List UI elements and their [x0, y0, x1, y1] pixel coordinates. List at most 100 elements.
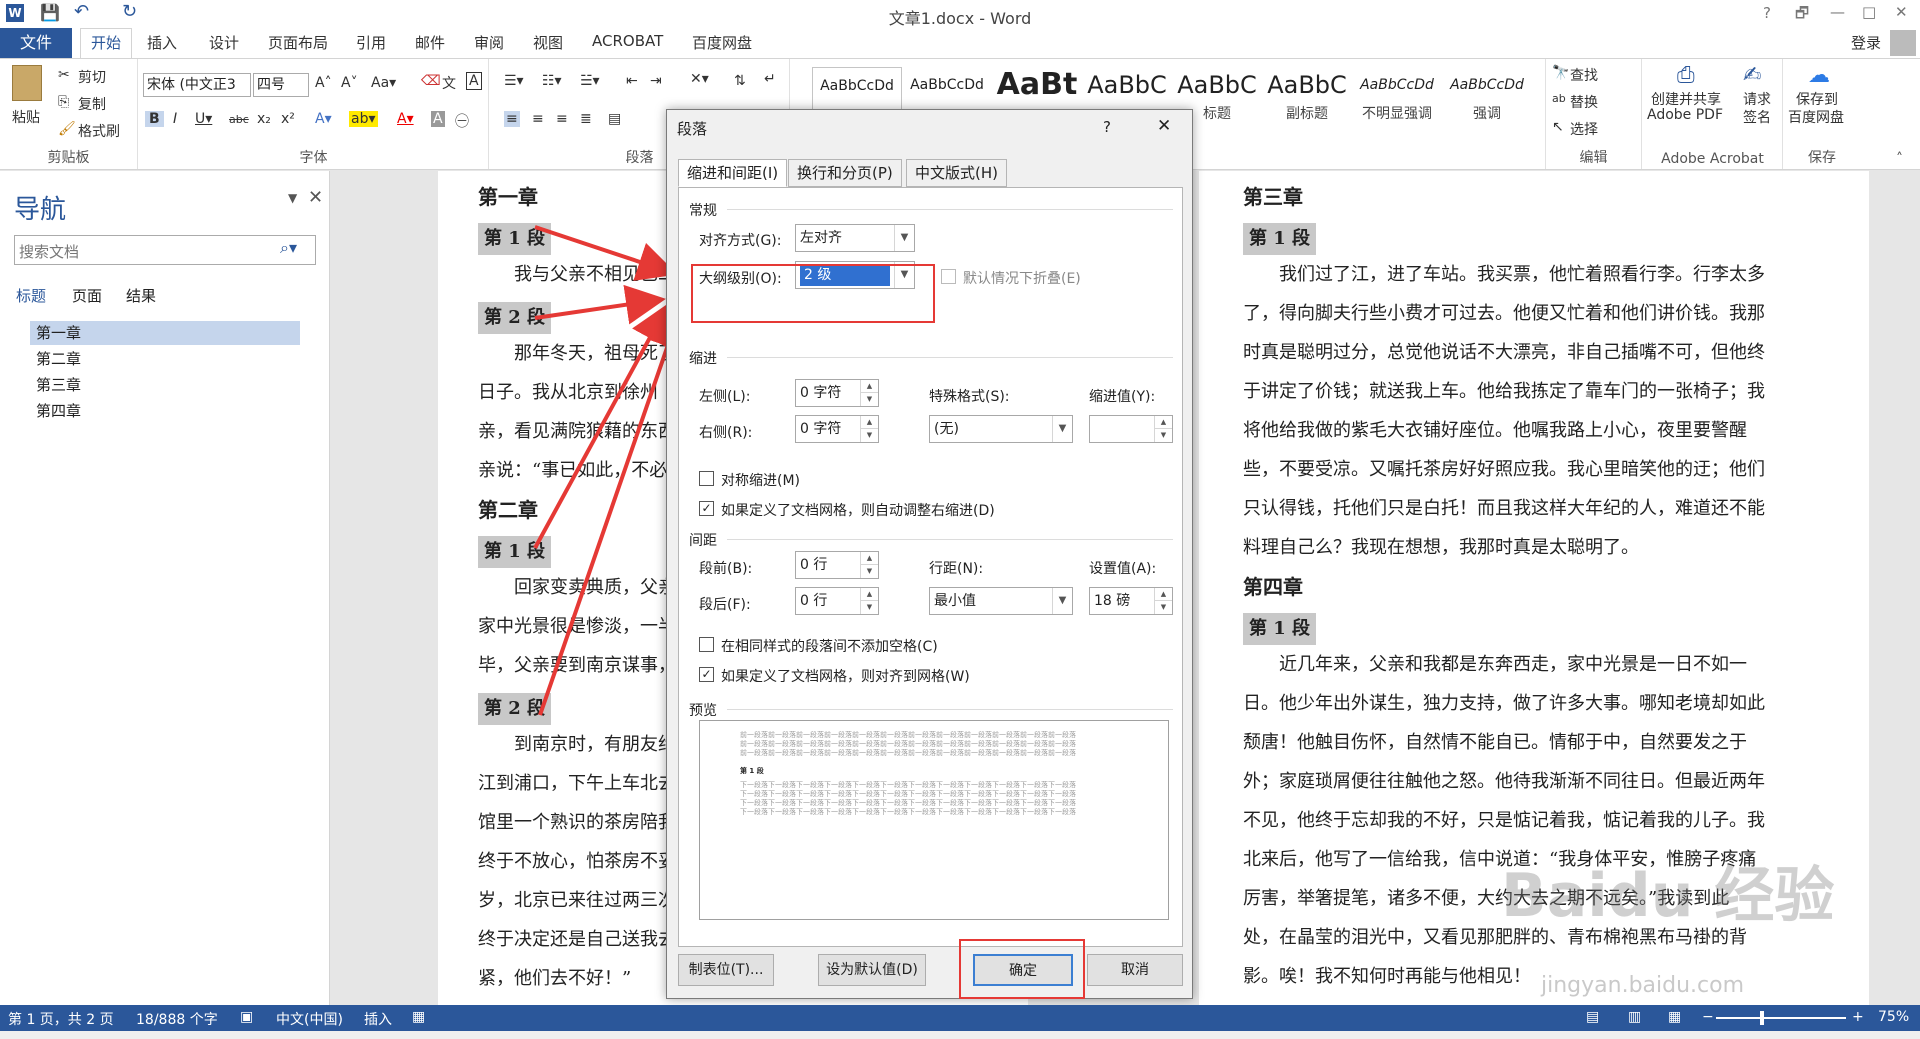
- indent-section-title: 缩进: [689, 351, 717, 367]
- line-spacing-select[interactable]: 最小值 ▼: [929, 587, 1073, 615]
- left-indent-spinner[interactable]: 0 字符 ▲ ▼: [795, 379, 879, 407]
- print-layout-icon[interactable]: ▥: [1628, 1009, 1641, 1025]
- right-indent-spinner[interactable]: 0 字符 ▲ ▼: [795, 415, 879, 443]
- preview-prev-line: 前一段落前一段落前一段落前一段落前一段落前一段落前一段落前一段落前一段落前一段落…: [740, 740, 1076, 748]
- spin-up-icon[interactable]: ▲: [860, 588, 878, 601]
- mirror-indent-checkbox[interactable]: [699, 471, 714, 486]
- spin-down-icon[interactable]: ▼: [860, 601, 878, 614]
- preview-prev-line: 前一段落前一段落前一段落前一段落前一段落前一段落前一段落前一段落前一段落前一段落…: [740, 731, 1076, 739]
- snap-grid-label: 如果定义了文档网格，则对齐到网格(W): [721, 669, 970, 685]
- arrow-2: [534, 284, 666, 325]
- dialog-close-button[interactable]: ✕: [1157, 116, 1171, 136]
- zoom-slider-thumb[interactable]: [1760, 1011, 1764, 1025]
- zoom-out-icon[interactable]: −: [1702, 1009, 1714, 1025]
- no-space-label: 在相同样式的段落间不添加空格(C): [721, 639, 938, 655]
- arrow-4: [538, 308, 687, 716]
- alignment-label: 对齐方式(G):: [699, 233, 782, 249]
- space-before-spinner[interactable]: 0 行 ▲ ▼: [795, 551, 879, 579]
- right-indent-label: 右侧(R):: [699, 425, 753, 441]
- spin-down-icon[interactable]: ▼: [860, 393, 878, 406]
- general-section-title: 常规: [689, 203, 717, 219]
- preview-next-line: 下一段落下一段落下一段落下一段落下一段落下一段落下一段落下一段落下一段落下一段落…: [740, 799, 1076, 807]
- preview-next-line: 下一段落下一段落下一段落下一段落下一段落下一段落下一段落下一段落下一段落下一段落…: [740, 790, 1076, 798]
- divider: [727, 357, 1173, 358]
- read-mode-icon[interactable]: ▤: [1586, 1009, 1599, 1025]
- space-after-spinner[interactable]: 0 行 ▲ ▼: [795, 587, 879, 615]
- left-indent-label: 左侧(L):: [699, 389, 751, 405]
- tabs-button[interactable]: 制表位(T)...: [678, 954, 774, 986]
- spin-down-icon[interactable]: ▼: [1154, 429, 1172, 442]
- indent-by-label: 缩进值(Y):: [1089, 389, 1156, 405]
- before-label: 段前(B):: [699, 561, 753, 577]
- word-count[interactable]: 18/888 个字: [136, 1009, 218, 1029]
- outline-level-highlight: [691, 264, 935, 323]
- preview-section-title: 预览: [689, 703, 717, 719]
- web-layout-icon[interactable]: ▦: [1668, 1009, 1681, 1025]
- preview-current-line: 第 1 段: [740, 767, 764, 775]
- taskbar-strip: [0, 1031, 1920, 1039]
- space-after-value: 0 行: [800, 593, 828, 609]
- alignment-select[interactable]: 左对齐 ▼: [795, 224, 915, 252]
- collapse-checkbox[interactable]: [941, 269, 956, 284]
- dialog-title: 段落: [677, 120, 708, 138]
- spin-down-icon[interactable]: ▼: [1154, 601, 1172, 614]
- insert-mode[interactable]: 插入: [364, 1009, 392, 1029]
- line-spacing-label: 行距(N):: [929, 561, 984, 577]
- zoom-in-icon[interactable]: +: [1852, 1009, 1864, 1025]
- line-spacing-value: 最小值: [934, 593, 976, 609]
- cancel-button[interactable]: 取消: [1087, 954, 1183, 986]
- zoom-level[interactable]: 75%: [1878, 1009, 1909, 1025]
- dialog-help-button[interactable]: ?: [1103, 118, 1111, 136]
- spin-up-icon[interactable]: ▲: [860, 552, 878, 565]
- ok-button-highlight: [959, 939, 1085, 999]
- right-indent-value: 0 字符: [800, 421, 842, 437]
- preview-box: 前一段落前一段落前一段落前一段落前一段落前一段落前一段落前一段落前一段落前一段落…: [699, 720, 1169, 920]
- left-indent-value: 0 字符: [800, 385, 842, 401]
- tab-line-page-breaks[interactable]: 换行和分页(P): [788, 159, 902, 187]
- special-format-label: 特殊格式(S):: [929, 389, 1010, 405]
- chevron-down-icon: ▼: [894, 225, 914, 251]
- auto-right-indent-checkbox[interactable]: ✓: [699, 501, 714, 516]
- status-bar: 第 1 页，共 2 页 18/888 个字 ▣ 中文(中国) 插入 ▦ ▤ ▥ …: [0, 1005, 1920, 1031]
- snap-grid-checkbox[interactable]: ✓: [699, 667, 714, 682]
- collapse-label: 默认情况下折叠(E): [963, 271, 1081, 287]
- tab-asian-typography[interactable]: 中文版式(H): [906, 159, 1007, 187]
- set-default-button[interactable]: 设为默认值(D): [818, 954, 926, 986]
- language[interactable]: 中文(中国): [276, 1009, 343, 1029]
- arrow-1: [534, 225, 678, 281]
- space-before-value: 0 行: [800, 557, 828, 573]
- spin-up-icon[interactable]: ▲: [860, 416, 878, 429]
- chevron-down-icon: ▼: [1052, 416, 1072, 442]
- auto-right-indent-label: 如果定义了文档网格，则自动调整右缩进(D): [721, 503, 995, 519]
- spacing-section-title: 间距: [689, 533, 717, 549]
- macro-icon[interactable]: ▦: [412, 1009, 425, 1025]
- zoom-slider[interactable]: [1716, 1017, 1846, 1019]
- after-label: 段后(F):: [699, 597, 751, 613]
- chevron-down-icon: ▼: [1052, 588, 1072, 614]
- spin-down-icon[interactable]: ▼: [860, 429, 878, 442]
- preview-next-line: 下一段落下一段落下一段落下一段落下一段落下一段落下一段落下一段落下一段落下一段落…: [740, 781, 1076, 789]
- page-count[interactable]: 第 1 页，共 2 页: [8, 1009, 114, 1029]
- spin-up-icon[interactable]: ▲: [1154, 416, 1172, 429]
- special-format-value: (无): [934, 421, 959, 437]
- divider: [727, 209, 1173, 210]
- at-spinner[interactable]: 18 磅 ▲ ▼: [1089, 587, 1173, 615]
- divider: [727, 539, 1173, 540]
- spin-up-icon[interactable]: ▲: [1154, 588, 1172, 601]
- special-format-select[interactable]: (无) ▼: [929, 415, 1073, 443]
- mirror-indent-label: 对称缩进(M): [721, 473, 801, 489]
- spin-up-icon[interactable]: ▲: [860, 380, 878, 393]
- preview-prev-line: 前一段落前一段落前一段落前一段落前一段落前一段落前一段落前一段落前一段落前一段落…: [740, 749, 1076, 757]
- indent-by-spinner[interactable]: ▲ ▼: [1089, 415, 1173, 443]
- proofing-icon[interactable]: ▣: [240, 1009, 253, 1025]
- at-label: 设置值(A):: [1089, 561, 1157, 577]
- preview-next-line: 下一段落下一段落下一段落下一段落下一段落下一段落下一段落下一段落下一段落下一段落…: [740, 808, 1076, 816]
- arrow-3: [533, 302, 669, 549]
- tab-indents-spacing[interactable]: 缩进和间距(I): [678, 159, 788, 187]
- paragraph-dialog: 段落 ? ✕ 缩进和间距(I) 换行和分页(P) 中文版式(H) 常规 对齐方式…: [666, 109, 1193, 999]
- at-value: 18 磅: [1094, 593, 1131, 609]
- no-space-checkbox[interactable]: [699, 637, 714, 652]
- spin-down-icon[interactable]: ▼: [860, 565, 878, 578]
- divider: [727, 709, 1173, 710]
- alignment-value: 左对齐: [800, 230, 842, 246]
